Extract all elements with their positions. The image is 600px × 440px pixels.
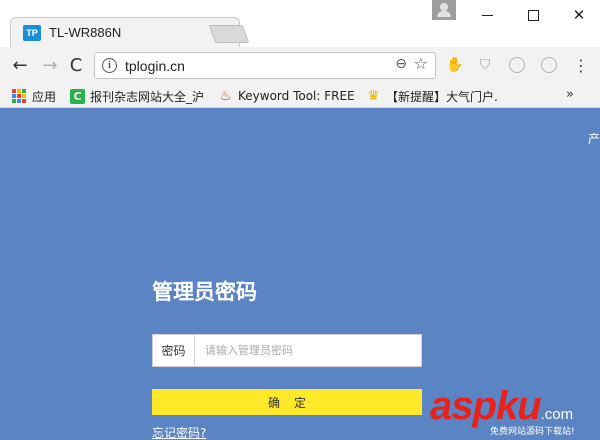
tab-router[interactable]: TP TL-WR886N × bbox=[10, 17, 240, 47]
password-input[interactable] bbox=[195, 335, 421, 366]
page-title: 管理员密码 bbox=[152, 280, 257, 304]
profile-avatar-icon[interactable] bbox=[432, 0, 456, 20]
bookmark-apps[interactable]: 应用 bbox=[12, 87, 56, 105]
reload-icon[interactable]: C bbox=[64, 53, 88, 77]
trophy-icon: ♛ bbox=[367, 88, 380, 104]
bookmark-item[interactable]: C 报刊杂志网站大全_沪 bbox=[70, 87, 206, 105]
bookmark-item[interactable]: ♛ 【新提醒】大气门户. bbox=[366, 87, 506, 105]
maximize-button[interactable] bbox=[510, 0, 556, 30]
minimize-button[interactable] bbox=[464, 0, 510, 30]
aspku-watermark-logo: aspku.com 免费网站源码下载站! bbox=[430, 384, 575, 437]
extension-shield-icon[interactable]: ⛉ bbox=[476, 56, 494, 74]
bookmark-star-icon[interactable]: ☆ bbox=[414, 54, 428, 73]
forward-arrow-icon[interactable]: → bbox=[38, 53, 62, 77]
new-tab-button[interactable] bbox=[208, 25, 250, 43]
forgot-password-link[interactable]: 忘记密码? bbox=[152, 424, 206, 440]
extension-circle-alt-icon[interactable] bbox=[540, 56, 558, 74]
maximize-icon bbox=[527, 9, 539, 21]
zoom-icon[interactable]: ⊖ bbox=[395, 56, 407, 72]
tab-strip: TP TL-WR886N × ✕ bbox=[0, 0, 600, 47]
site-info-icon[interactable]: i bbox=[102, 58, 117, 73]
url-text[interactable]: tplogin.cn bbox=[125, 58, 185, 74]
apps-grid-icon bbox=[12, 89, 26, 103]
back-arrow-icon[interactable]: ← bbox=[8, 53, 32, 77]
minimize-icon bbox=[481, 14, 493, 16]
extension-hand-icon[interactable]: ✋ bbox=[446, 56, 464, 74]
bookmark-label: Keyword Tool: FREE bbox=[238, 89, 355, 103]
confirm-button[interactable]: 确定 bbox=[152, 389, 422, 415]
watermark-subtitle: 免费网站源码下载站! bbox=[490, 427, 575, 437]
close-window-button[interactable]: ✕ bbox=[556, 0, 600, 30]
browser-window: TP TL-WR886N × ✕ ← → C i tplogin.cn ⊖ ☆ … bbox=[0, 0, 600, 440]
flame-icon: ♨ bbox=[219, 88, 232, 104]
bookmark-label: 【新提醒】大气门户. bbox=[386, 89, 498, 104]
address-bar[interactable]: i tplogin.cn ⊖ ☆ bbox=[94, 52, 436, 79]
password-label: 密码 bbox=[153, 335, 195, 366]
bookmarks-bar: 应用 C 报刊杂志网站大全_沪 ♨ Keyword Tool: FREE ♛ 【… bbox=[0, 84, 600, 108]
tp-link-favicon-icon: TP bbox=[23, 24, 41, 41]
tab-title: TL-WR886N bbox=[49, 25, 122, 40]
password-field: 密码 bbox=[152, 334, 422, 367]
extension-circle-icon[interactable] bbox=[508, 56, 526, 74]
bookmarks-overflow-icon[interactable]: » bbox=[566, 87, 574, 102]
menu-kebab-icon[interactable]: ⋮ bbox=[572, 56, 590, 75]
close-icon: ✕ bbox=[572, 6, 586, 24]
corner-menu-text[interactable]: 产 bbox=[588, 130, 600, 147]
bookmark-item[interactable]: ♨ Keyword Tool: FREE bbox=[218, 87, 356, 105]
bookmark-label: 报刊杂志网站大全_沪 bbox=[90, 89, 205, 104]
c-logo-icon: C bbox=[70, 88, 85, 104]
bookmark-apps-label: 应用 bbox=[32, 89, 57, 104]
browser-toolbar: ← → C i tplogin.cn ⊖ ☆ ✋ ⛉ ⋮ bbox=[0, 47, 600, 84]
